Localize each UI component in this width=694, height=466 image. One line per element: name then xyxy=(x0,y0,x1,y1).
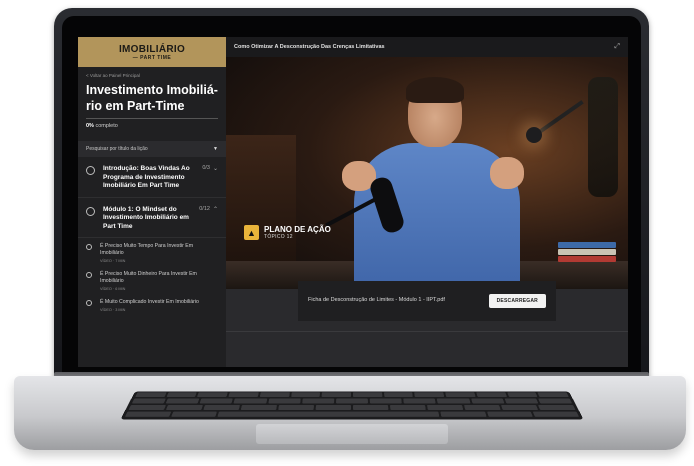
attachment-card: Ficha de Desconstrução de Limites - Módu… xyxy=(298,281,556,321)
progress-status: 0% completo xyxy=(78,119,226,137)
laptop-keyboard xyxy=(120,391,584,420)
lesson-header: Como Otimizar A Desconstrução Das Crença… xyxy=(226,37,628,57)
video-background-plant xyxy=(588,77,618,197)
content-divider xyxy=(226,331,628,332)
module-title: Introdução: Boas Vindas Ao Programa de I… xyxy=(103,165,190,189)
caption-subtitle: TÓPICO 12 xyxy=(264,234,293,240)
module-progress-count: 0/12 xyxy=(199,205,210,212)
progress-value: 0% xyxy=(86,123,94,129)
lesson-title-header: Como Otimizar A Desconstrução Das Crença… xyxy=(234,44,385,50)
attachment-file-name[interactable]: Ficha de Desconstrução de Limites - Módu… xyxy=(308,297,458,305)
lesson-title: É Preciso Muito Dinheiro Para Investir E… xyxy=(100,271,197,284)
logo-main-text: IMOBILIÁRIO xyxy=(118,43,186,55)
laptop-photo: IMOBILIÁRIO — PART TIME < Voltar ao Pain… xyxy=(0,0,694,466)
chevron-up-icon: ⌃ xyxy=(212,206,218,213)
lesson-item[interactable]: É Preciso Muito Tempo Para Investir Em I… xyxy=(78,238,226,266)
logo-sub-text: — PART TIME xyxy=(132,54,172,61)
module-status-icon xyxy=(86,206,95,216)
lesson-search-select[interactable]: Pesquisar por título da lição ▼ xyxy=(78,141,226,157)
lesson-meta: VÍDEO · 7 MIN xyxy=(100,259,126,263)
screen: IMOBILIÁRIO — PART TIME < Voltar ao Pain… xyxy=(78,37,628,367)
course-title: Investimento Imobiliá-rio em Part-Time xyxy=(86,83,218,113)
lesson-meta: VÍDEO · 6 MIN xyxy=(100,287,126,291)
plan-logo-icon: ▲ xyxy=(244,225,259,240)
lesson-item[interactable]: É Muito Complicado Investir Em Imobiliár… xyxy=(78,294,226,315)
caption-title: PLANO DE AÇÃO xyxy=(264,225,331,234)
back-to-dashboard-link[interactable]: < Voltar ao Painel Principal xyxy=(78,67,226,80)
expand-icon[interactable]: ⤢ xyxy=(614,43,620,51)
lesson-search-placeholder: Pesquisar por título da lição xyxy=(86,146,148,152)
lesson-title: É Muito Complicado Investir Em Imobiliár… xyxy=(100,299,199,305)
video-lamp xyxy=(526,127,542,143)
laptop-trackpad xyxy=(256,424,448,444)
presenter-hand-right xyxy=(490,157,524,189)
chevron-down-icon: ⌄ xyxy=(212,166,218,172)
presenter-hair xyxy=(406,77,464,103)
module-title: Módulo 1: O Mindset do Investimento Imob… xyxy=(103,205,189,230)
video-caption: ▲ PLANO DE AÇÃO TÓPICO 12 xyxy=(244,225,331,240)
module-item[interactable]: Módulo 1: O Mindset do Investimento Imob… xyxy=(78,198,226,238)
lesson-main: Como Otimizar A Desconstrução Das Crença… xyxy=(226,37,628,367)
module-progress-count: 0/3 xyxy=(202,165,210,171)
progress-label: completo xyxy=(95,123,118,129)
brand-logo[interactable]: IMOBILIÁRIO — PART TIME xyxy=(78,37,226,67)
lesson-item[interactable]: É Preciso Muito Dinheiro Para Investir E… xyxy=(78,266,226,294)
video-player[interactable]: ▲ PLANO DE AÇÃO TÓPICO 12 xyxy=(226,57,628,289)
download-button[interactable]: DESCARREGAR xyxy=(488,294,546,308)
video-books xyxy=(558,241,616,267)
lesson-title: É Preciso Muito Tempo Para Investir Em I… xyxy=(100,243,194,256)
lesson-meta: VÍDEO · 3 MIN xyxy=(100,308,126,312)
caret-down-icon: ▼ xyxy=(213,146,218,152)
module-status-icon xyxy=(86,166,95,175)
course-sidebar: IMOBILIÁRIO — PART TIME < Voltar ao Pain… xyxy=(78,37,226,367)
module-item[interactable]: Introdução: Boas Vindas Ao Programa de I… xyxy=(78,157,226,198)
